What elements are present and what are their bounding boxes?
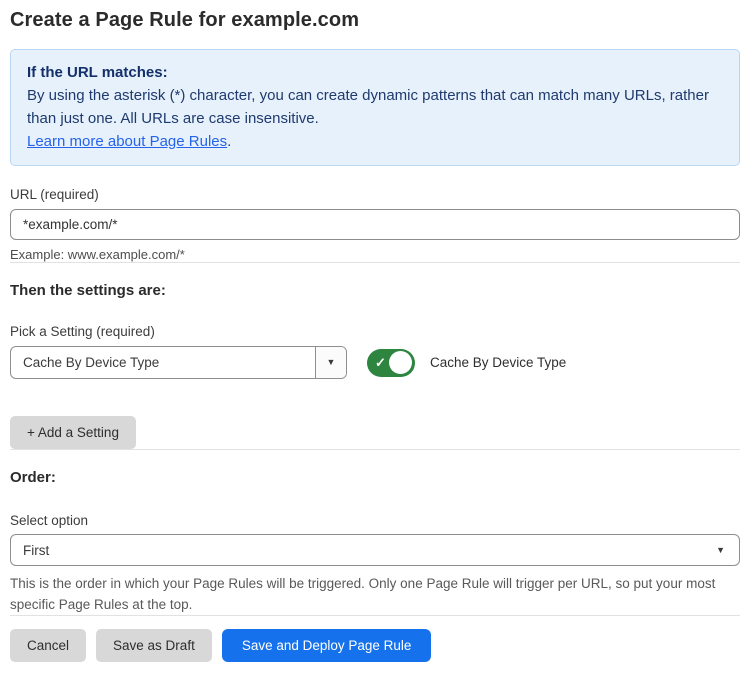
learn-more-link[interactable]: Learn more about Page Rules — [27, 133, 227, 150]
save-and-deploy-button[interactable]: Save and Deploy Page Rule — [222, 629, 432, 662]
url-field-label: URL (required) — [10, 187, 740, 202]
setting-picker-label: Pick a Setting (required) — [10, 324, 740, 339]
section-divider — [10, 262, 740, 263]
page-title: Create a Page Rule for example.com — [10, 9, 740, 32]
chevron-down-icon: ▼ — [716, 546, 725, 555]
toggle-knob — [389, 351, 412, 374]
check-icon: ✓ — [375, 356, 386, 369]
setting-select[interactable]: Cache By Device Type ▼ — [10, 346, 347, 379]
footer-actions: Cancel Save as Draft Save and Deploy Pag… — [10, 629, 740, 662]
footer-divider — [10, 615, 740, 616]
create-page-rule-form: Create a Page Rule for example.com If th… — [0, 0, 750, 662]
setting-picker-row: Cache By Device Type ▼ ✓ Cache By Device… — [10, 346, 740, 379]
setting-select-value: Cache By Device Type — [11, 347, 315, 378]
order-select-value: First — [23, 543, 716, 558]
order-description: This is the order in which your Page Rul… — [10, 573, 740, 615]
setting-select-arrow-button[interactable]: ▼ — [315, 347, 346, 378]
toggle-label: Cache By Device Type — [430, 355, 566, 370]
add-setting-button[interactable]: + Add a Setting — [10, 416, 136, 449]
section-divider — [10, 449, 740, 450]
settings-section-heading: Then the settings are: — [10, 282, 740, 299]
info-callout-heading: If the URL matches: — [27, 61, 723, 84]
order-select[interactable]: First ▼ — [10, 534, 740, 566]
info-callout-body: By using the asterisk (*) character, you… — [27, 87, 709, 127]
setting-picker-block: Pick a Setting (required) Cache By Devic… — [10, 324, 740, 379]
url-input[interactable] — [10, 209, 740, 240]
cache-by-device-type-toggle[interactable]: ✓ — [367, 349, 415, 377]
order-section-heading: Order: — [10, 469, 740, 486]
order-select-label: Select option — [10, 513, 740, 528]
url-field-hint: Example: www.example.com/* — [10, 247, 740, 262]
link-suffix-period: . — [227, 133, 231, 150]
save-as-draft-button[interactable]: Save as Draft — [96, 629, 212, 662]
chevron-down-icon: ▼ — [327, 358, 336, 367]
cancel-button[interactable]: Cancel — [10, 629, 86, 662]
url-match-info-callout: If the URL matches: By using the asteris… — [10, 49, 740, 166]
url-field-block: URL (required) Example: www.example.com/… — [10, 187, 740, 262]
